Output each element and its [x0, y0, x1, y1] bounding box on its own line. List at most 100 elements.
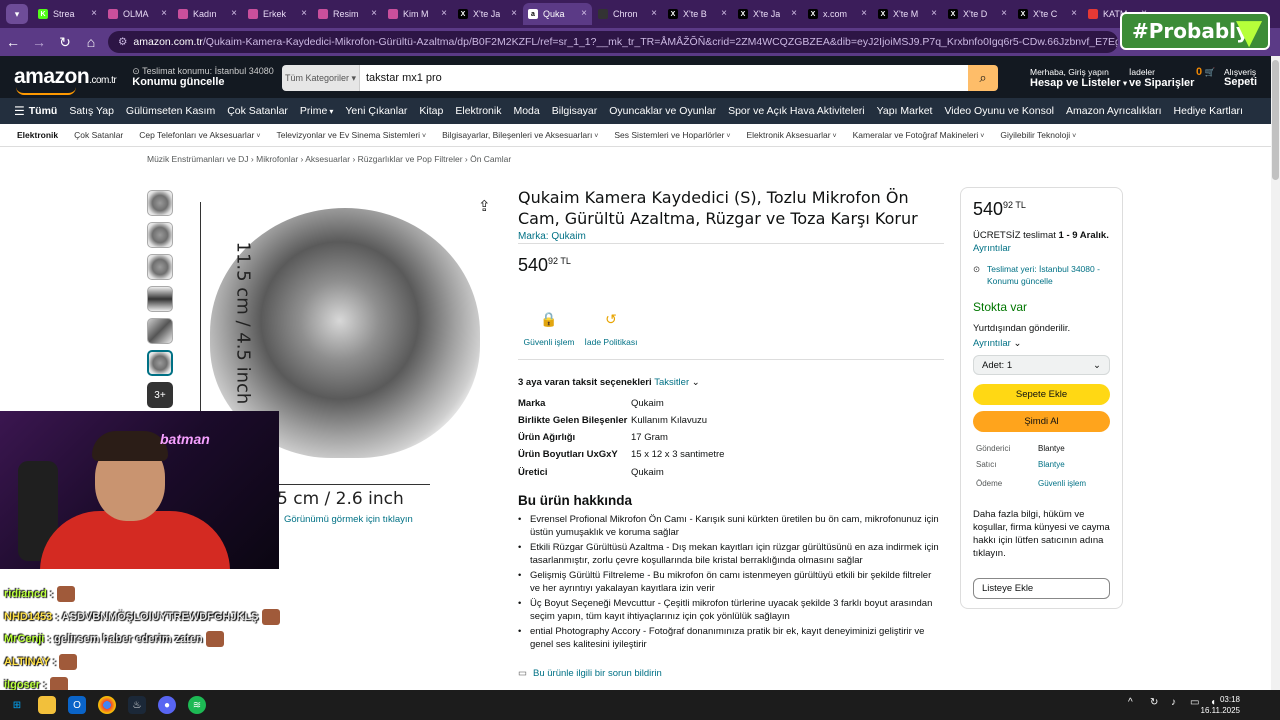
report-issue-link[interactable]: ▭ Bu ürünle ilgili bir sorun bildirin [518, 668, 662, 679]
zoom-hint-link[interactable]: Görünümü görmek için tıklayın [284, 514, 413, 525]
browser-tab[interactable]: Erkek × [243, 3, 312, 25]
sync-icon[interactable]: ↻ [1150, 697, 1158, 708]
microphone-icon[interactable]: ♪ [1171, 697, 1176, 708]
delivery-location[interactable]: ⊙ Teslimat konumu: İstanbul 34080 Konumu… [132, 66, 273, 88]
nav-item[interactable]: Yeni Çıkanlar [345, 105, 407, 117]
brand-link[interactable]: Marka: Qukaim [518, 231, 586, 242]
subnav-item[interactable]: Bilgisayarlar, Bileşenleri ve Aksesuarla… [442, 130, 598, 140]
more-images-button[interactable]: 3+ [147, 382, 173, 408]
site-info-icon[interactable]: ⚙ [118, 36, 127, 48]
orders-link[interactable]: İadeler ve Siparişler [1129, 67, 1194, 89]
browser-tab[interactable]: X X'te B × [663, 3, 732, 25]
subnav-item[interactable]: Elektronik Aksesuarlar ˅ [747, 130, 837, 140]
browser-tab[interactable]: OLMA × [103, 3, 172, 25]
subnav-item[interactable]: Giyilebilir Teknoloji ˅ [1000, 130, 1076, 140]
nav-item[interactable]: Video Oyunu ve Konsol [944, 105, 1054, 117]
thumbnail[interactable] [147, 286, 173, 312]
quantity-select[interactable]: Adet: 1 ⌄ [973, 355, 1110, 375]
nav-item[interactable]: Hediye Kartları [1174, 105, 1243, 117]
browser-tab[interactable]: X X'te C × [1013, 3, 1082, 25]
file-explorer-icon[interactable] [38, 696, 56, 714]
subnav-item[interactable]: Cep Telefonları ve Aksesuarlar ˅ [139, 130, 260, 140]
browser-tab[interactable]: Kadın × [173, 3, 242, 25]
subnav-item[interactable]: Kameralar ve Fotoğraf Makineleri ˅ [853, 130, 985, 140]
spotify-icon[interactable]: ≋ [188, 696, 206, 714]
browser-tab[interactable]: X X'te M × [873, 3, 942, 25]
close-icon[interactable]: × [581, 8, 587, 19]
add-to-list-button[interactable]: Listeye Ekle [973, 578, 1110, 599]
search-input[interactable]: takstar mx1 pro [360, 65, 968, 91]
nav-item[interactable]: Prime [300, 105, 327, 117]
clock[interactable]: 03:18 16.11.2025 [1201, 694, 1240, 716]
close-icon[interactable]: × [371, 8, 377, 19]
browser-tab[interactable]: K Strea × [33, 3, 102, 25]
nav-item[interactable]: Oyuncaklar ve Oyunlar [609, 105, 716, 117]
nav-item[interactable]: Spor ve Açık Hava Aktiviteleri [728, 105, 865, 117]
breadcrumb[interactable]: Müzik Enstrümanları ve DJ › Mikrofonlar … [147, 154, 511, 164]
browser-tab[interactable]: Xx.com × [803, 3, 872, 25]
installment-options[interactable]: 3 aya varan taksit seçenekleri Taksitler… [518, 377, 700, 388]
nav-item[interactable]: Yapı Market [877, 105, 933, 117]
close-icon[interactable]: × [301, 8, 307, 19]
windows-start-icon[interactable]: ⊞ [8, 696, 26, 714]
browser-tab[interactable]: X X'te Ja × [733, 3, 802, 25]
add-to-cart-button[interactable]: Sepete Ekle [973, 384, 1110, 405]
browser-tab[interactable]: Chron × [593, 3, 662, 25]
thumbnail-selected[interactable] [147, 350, 173, 376]
subnav-item[interactable]: Çok Satanlar [74, 130, 123, 140]
nav-item[interactable]: Tümü [29, 105, 58, 117]
browser-tab[interactable]: X X'te D × [943, 3, 1012, 25]
back-icon[interactable]: ← [0, 34, 26, 50]
close-icon[interactable]: × [161, 8, 167, 19]
hamburger-menu-icon[interactable]: ☰ [14, 104, 25, 118]
close-icon[interactable]: × [231, 8, 237, 19]
tab-search-button[interactable]: ▾ [6, 4, 28, 24]
close-icon[interactable]: × [91, 8, 97, 19]
nav-item[interactable]: Gülümseten Kasım [126, 105, 215, 117]
account-menu[interactable]: Merhaba, Giriş yapın Hesap ve Listeler ▾ [1030, 67, 1127, 89]
close-icon[interactable]: × [511, 8, 517, 19]
subnav-item[interactable]: Ses Sistemleri ve Hoparlörler ˅ [614, 130, 730, 140]
search-button[interactable]: ⌕ [968, 65, 998, 91]
reload-icon[interactable]: ↻ [52, 34, 78, 51]
close-icon[interactable]: × [1001, 8, 1007, 19]
thumbnail[interactable] [147, 190, 173, 216]
thumbnail[interactable] [147, 254, 173, 280]
amazon-logo[interactable]: amazon.com.tr [14, 65, 117, 95]
seller-row-value[interactable]: Blantye [1038, 460, 1065, 469]
browser-tab[interactable]: Resim × [313, 3, 382, 25]
nav-item[interactable]: Çok Satanlar [227, 105, 288, 117]
secure-transaction-badge[interactable]: 🔒 Güvenli işlem [514, 311, 584, 347]
discord-icon[interactable]: ● [158, 696, 176, 714]
buy-now-button[interactable]: Şimdi Al [973, 411, 1110, 432]
nav-item[interactable]: Bilgisayar [552, 105, 598, 117]
nav-item[interactable]: Kitap [419, 105, 443, 117]
subnav-item[interactable]: Elektronik [17, 130, 58, 140]
forward-icon[interactable]: → [26, 34, 52, 50]
seller-row-value[interactable]: Güvenli işlem [1038, 479, 1086, 488]
search-category-select[interactable]: Tüm Kategoriler ▾ [282, 65, 360, 91]
display-icon[interactable]: ▭ [1190, 697, 1199, 708]
close-icon[interactable]: × [931, 8, 937, 19]
abroad-details-link[interactable]: Ayrıntılar ⌄ [973, 338, 1021, 349]
shipping-details-link[interactable]: Ayrıntılar [973, 243, 1011, 254]
browser-tab[interactable]: a Quka × [523, 3, 592, 25]
close-icon[interactable]: × [861, 8, 867, 19]
scrollbar-thumb[interactable] [1272, 60, 1279, 180]
tray-chevron-icon[interactable]: ^ [1128, 697, 1133, 708]
return-policy-badge[interactable]: ↺ İade Politikası [576, 311, 646, 347]
thumbnail[interactable] [147, 222, 173, 248]
address-bar[interactable]: ⚙ amazon.com.tr/Qukaim-Kamera-Kaydedici-… [108, 31, 1118, 53]
browser-tab[interactable]: X X'te Ja × [453, 3, 522, 25]
close-icon[interactable]: × [1071, 8, 1077, 19]
close-icon[interactable]: × [791, 8, 797, 19]
thumbnail[interactable] [147, 318, 173, 344]
outlook-icon[interactable]: O [68, 696, 86, 714]
share-icon[interactable]: ⇪ [478, 197, 491, 215]
home-icon[interactable]: ⌂ [78, 34, 104, 50]
nav-item[interactable]: Amazon Ayrıcalıkları [1066, 105, 1162, 117]
delivery-location-link[interactable]: ⊙ Teslimat yeri: İstanbul 34080 - Konumu … [973, 263, 1113, 287]
close-icon[interactable]: × [651, 8, 657, 19]
cart-link[interactable]: 0 🛒 Alışveriş Sepeti [1196, 67, 1257, 88]
close-icon[interactable]: × [441, 8, 447, 19]
